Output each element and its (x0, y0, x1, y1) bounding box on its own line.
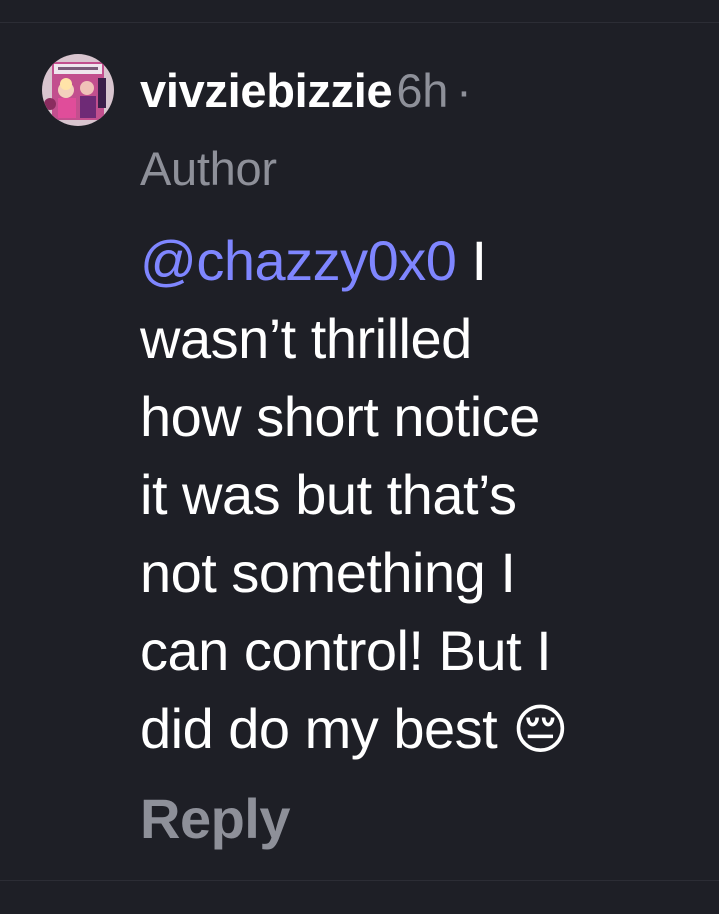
comment-line: @chazzy0x0 I (140, 222, 680, 300)
comment-line-text: did do my best (140, 697, 513, 760)
reply-button[interactable]: Reply (140, 780, 291, 858)
comment: vivziebizzie6h · Author @chazzy0x0 I wasn… (0, 0, 719, 914)
avatar-image (42, 54, 114, 126)
meta-line-2: Author (140, 130, 700, 208)
avatar[interactable] (42, 54, 114, 126)
meta-separator: · (456, 64, 472, 117)
username[interactable]: vivziebizzie (140, 64, 393, 117)
comment-line: it was but that’s (140, 463, 517, 526)
pensive-face-icon: 😔 (512, 698, 569, 761)
bottom-divider (0, 880, 719, 881)
author-badge: Author (140, 142, 277, 195)
comment-line: not something I (140, 541, 516, 604)
comment-body: vivziebizzie6h · Author @chazzy0x0 I wasn… (140, 52, 700, 768)
comment-meta: vivziebizzie6h · Author (140, 52, 700, 208)
comment-line: how short notice (140, 385, 540, 448)
comment-line: can control! But I (140, 619, 552, 682)
mention-link[interactable]: @chazzy0x0 (140, 229, 457, 292)
comment-line: did do my best 😔 (140, 690, 680, 768)
meta-line-1: vivziebizzie6h · (140, 52, 700, 130)
comment-line-text: I (456, 229, 487, 292)
comment-line: wasn’t thrilled (140, 307, 472, 370)
comment-text: @chazzy0x0 I wasn’t thrilled how short n… (140, 222, 680, 768)
timestamp: 6h (396, 64, 449, 117)
